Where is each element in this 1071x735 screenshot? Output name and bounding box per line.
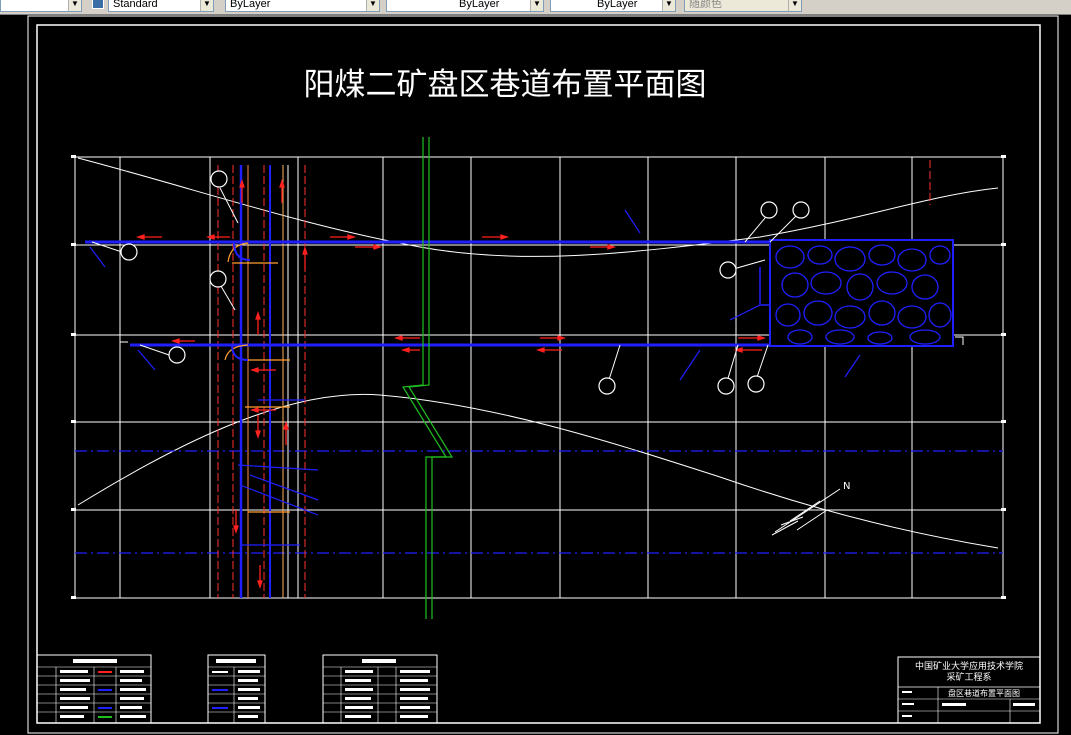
lineweight-value: ByLayer: [597, 0, 638, 10]
north-arrow: [771, 488, 841, 536]
plot-style-value: 随颜色: [689, 0, 722, 10]
connection-curves: [224, 242, 290, 513]
contour-line-lower: [77, 393, 999, 549]
chevron-down-icon[interactable]: ▼: [662, 0, 675, 11]
label-bubbles: [120, 170, 810, 395]
department-name: 采矿工程系: [946, 671, 991, 683]
color-value: ByLayer: [230, 0, 271, 10]
lineweight-dropdown[interactable]: ByLayer ▼: [550, 0, 676, 12]
color-dropdown[interactable]: ByLayer ▼: [225, 0, 380, 12]
text-style-icon[interactable]: [92, 0, 104, 9]
dimension-style-value: Standard: [113, 0, 158, 10]
legend-table-2: [207, 654, 266, 724]
chevron-down-icon[interactable]: ▼: [788, 0, 801, 11]
chevron-down-icon[interactable]: ▼: [68, 0, 81, 11]
outer-frame: [27, 15, 1059, 734]
legend-table-1: [36, 654, 152, 724]
leader-lines: [89, 209, 861, 546]
inner-frame: [36, 24, 1041, 724]
plot-style-dropdown[interactable]: 随颜色 ▼: [684, 0, 802, 12]
fault-line-2: [407, 137, 454, 619]
chevron-down-icon[interactable]: ▼: [530, 0, 543, 11]
linetype-dropdown[interactable]: ByLayer ▼: [386, 0, 544, 12]
drawing-canvas[interactable]: 阳煤二矿盘区巷道布置平面图 N 中国矿业大学应用技术学院 采矿工程系 盘区巷道布…: [0, 15, 1071, 735]
grid-ticks: [71, 155, 1006, 599]
legend-table-3: [322, 654, 438, 724]
properties-toolbar: ▼ Standard ▼ ByLayer ▼ ByLayer ▼ ByLayer…: [0, 0, 1071, 15]
main-roadways: [217, 160, 931, 598]
connection-roadways: [231, 241, 305, 361]
dimension-style-dropdown[interactable]: Standard ▼: [108, 0, 214, 12]
linetype-value: ByLayer: [459, 0, 500, 10]
drawing-name: 盘区巷道布置平面图: [948, 688, 1020, 698]
drawing-svg: 阳煤二矿盘区巷道布置平面图 N 中国矿业大学应用技术学院 采矿工程系 盘区巷道布…: [27, 15, 1059, 734]
north-label: N: [843, 481, 850, 492]
chevron-down-icon[interactable]: ▼: [366, 0, 379, 11]
school-name: 中国矿业大学应用技术学院: [915, 660, 1023, 672]
drawing-title: 阳煤二矿盘区巷道布置平面图: [304, 67, 707, 103]
chevron-down-icon[interactable]: ▼: [200, 0, 213, 11]
text-style-dropdown[interactable]: ▼: [0, 0, 82, 12]
fault-line-1: [401, 137, 448, 619]
coordinate-grid: [74, 156, 1004, 599]
label-leaders: [91, 187, 801, 387]
